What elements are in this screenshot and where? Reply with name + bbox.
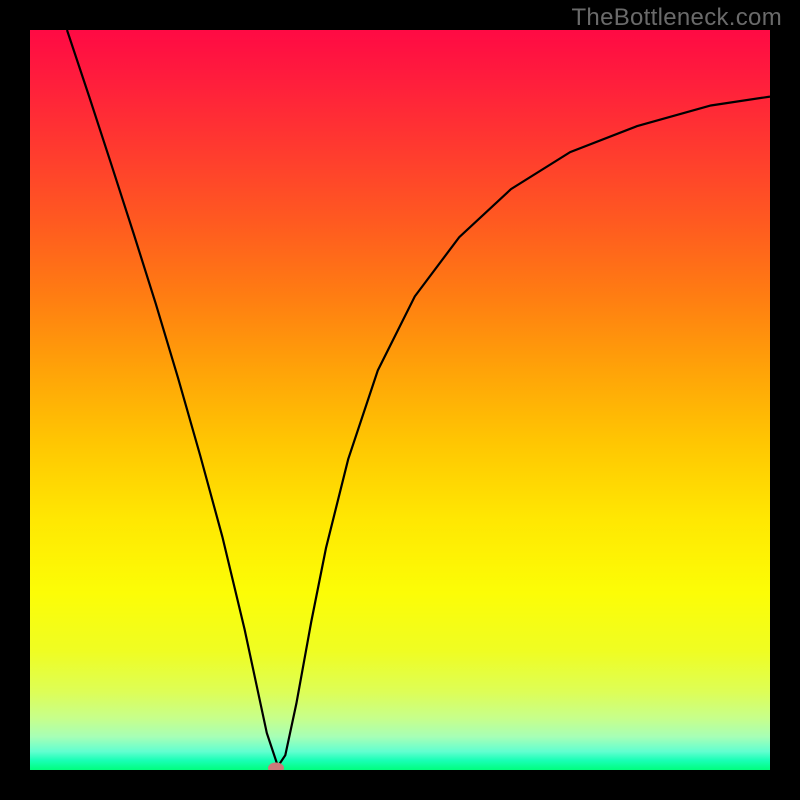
curve-svg bbox=[30, 30, 770, 770]
minimum-marker bbox=[268, 762, 284, 770]
plot-area bbox=[30, 30, 770, 770]
bottleneck-curve bbox=[67, 30, 770, 766]
watermark-text: TheBottleneck.com bbox=[571, 4, 782, 32]
